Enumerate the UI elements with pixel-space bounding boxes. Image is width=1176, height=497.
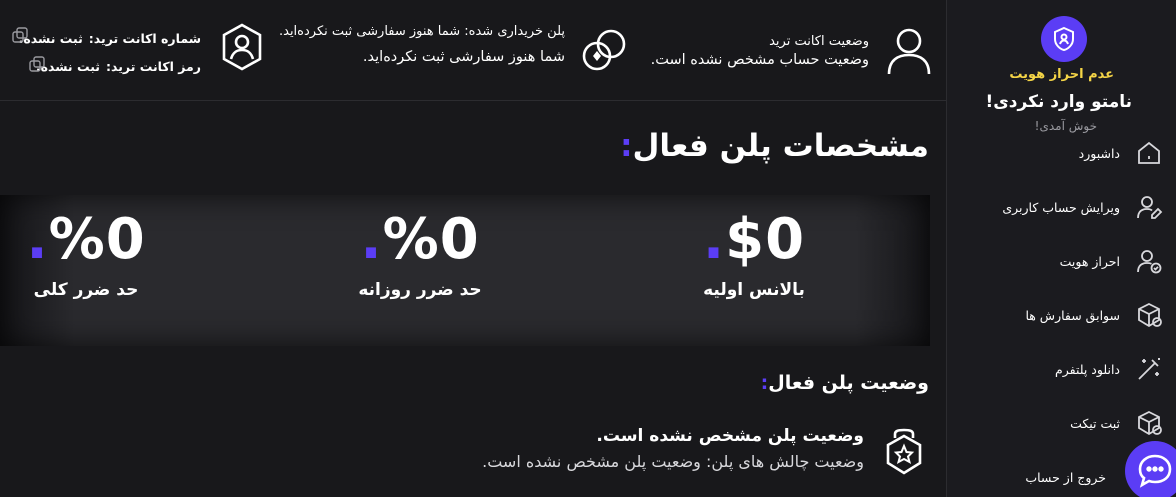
- stat-label: حد ضرر روزانه: [358, 280, 482, 300]
- greeting-subtitle: خوش آمدی!: [1034, 119, 1097, 133]
- account-number-row: شماره اکانت ترید: ثبت نشده.: [19, 31, 201, 46]
- plan-icon: [580, 26, 630, 80]
- account-status-value: وضعیت حساب مشخص نشده است.: [650, 52, 869, 68]
- page-title-text: مشخصات پلن فعال: [632, 128, 929, 164]
- box-ticket-icon: [1134, 408, 1164, 438]
- sidebar-item-label: ویرایش حساب کاربری: [1002, 199, 1120, 215]
- plan-status-line1: وضعیت پلن مشخص نشده است.: [596, 426, 864, 446]
- sidebar-item-order-history[interactable]: سوابق سفارش ها: [954, 300, 1164, 330]
- chat-button[interactable]: [1125, 441, 1176, 497]
- copy-icon[interactable]: [11, 26, 29, 48]
- stat-value: $0: [725, 207, 806, 272]
- greeting-title: نامتو وارد نکردی!: [985, 92, 1132, 112]
- sidebar-item-label: داشبورد: [1078, 145, 1120, 161]
- plan-purchased-sub: شما هنوز سفارشی ثبت نکرده‌اید.: [362, 49, 565, 65]
- user-icon: [886, 26, 932, 80]
- page-title-dot: :: [620, 128, 633, 164]
- plan-status: وضعیت پلن مشخص نشده است. وضعیت چالش های …: [482, 426, 864, 471]
- kyc-status: عدم احراز هویت: [1009, 67, 1114, 82]
- stat-daily-loss: .%0 حد ضرر روزانه: [290, 195, 550, 346]
- user-check-icon: [1134, 246, 1164, 276]
- box-icon: [1134, 300, 1164, 330]
- account-number-label: شماره اکانت ترید:: [88, 31, 201, 46]
- sidebar: عدم احراز هویت نامتو وارد نکردی! خوش آمد…: [946, 0, 1176, 497]
- sidebar-item-label: دانلود پلتفرم: [1054, 361, 1120, 377]
- account-password-row: رمز اکانت ترید: ثبت نشده.: [36, 59, 201, 74]
- stat-initial-balance: .$0 بالانس اولیه: [624, 195, 884, 346]
- sidebar-item-download-platform[interactable]: دانلود پلتفرم: [954, 354, 1164, 384]
- plan-purchased: پلن خریداری شده: شما هنوز سفارشی ثبت نکر…: [279, 24, 565, 65]
- copy-icon[interactable]: [28, 55, 46, 77]
- sidebar-item-label: ثبت تیکت: [1070, 415, 1120, 431]
- home-icon: [1134, 138, 1164, 168]
- sidebar-item-edit-account[interactable]: ویرایش حساب کاربری: [954, 192, 1164, 222]
- plan-status-line2: وضعیت چالش های پلن: وضعیت پلن مشخص نشده …: [482, 452, 864, 471]
- stat-dot: .: [360, 207, 383, 272]
- sidebar-item-kyc[interactable]: احراز هویت: [954, 246, 1164, 276]
- account-status: وضعیت اکانت ترید وضعیت حساب مشخص نشده اس…: [651, 34, 869, 68]
- user-badge-icon: [219, 22, 265, 76]
- stat-value: %0: [382, 207, 480, 272]
- sidebar-item-label: احراز هویت: [1059, 253, 1120, 269]
- wand-icon: [1134, 354, 1164, 384]
- sidebar-item-dashboard[interactable]: داشبورد: [954, 138, 1164, 168]
- section-title: وضعیت پلن فعال:: [761, 372, 929, 394]
- sidebar-item-label: سوابق سفارش ها: [1025, 307, 1120, 323]
- plan-purchased-line: پلن خریداری شده: شما هنوز سفارشی ثبت نکر…: [278, 24, 565, 39]
- sidebar-item-logout[interactable]: خروج از حساب: [896, 462, 1106, 492]
- stat-value: %0: [48, 207, 146, 272]
- sidebar-item-ticket[interactable]: ثبت تیکت: [954, 408, 1164, 438]
- stat-dot: .: [702, 207, 726, 272]
- shield-icon: [1054, 26, 1074, 52]
- account-status-title: وضعیت اکانت ترید: [769, 34, 869, 49]
- plan-stats: .$0 بالانس اولیه .%0 حد ضرر روزانه .%0 ح…: [0, 195, 930, 346]
- section-title-text: وضعیت پلن فعال: [768, 372, 929, 394]
- page-title: مشخصات پلن فعال:: [620, 128, 929, 164]
- stat-label: بالانس اولیه: [703, 280, 805, 300]
- avatar[interactable]: [1041, 16, 1087, 62]
- user-edit-icon: [1134, 192, 1164, 222]
- stat-dot: .: [26, 207, 49, 272]
- top-bar: وضعیت اکانت ترید وضعیت حساب مشخص نشده اس…: [0, 0, 946, 101]
- account-password-label: رمز اکانت ترید:: [106, 59, 201, 74]
- sidebar-item-label: خروج از حساب: [1025, 469, 1106, 485]
- chat-icon: [1138, 454, 1172, 488]
- stat-total-loss: .%0 حد ضرر کلی: [0, 195, 216, 346]
- stat-label: حد ضرر کلی: [33, 280, 139, 300]
